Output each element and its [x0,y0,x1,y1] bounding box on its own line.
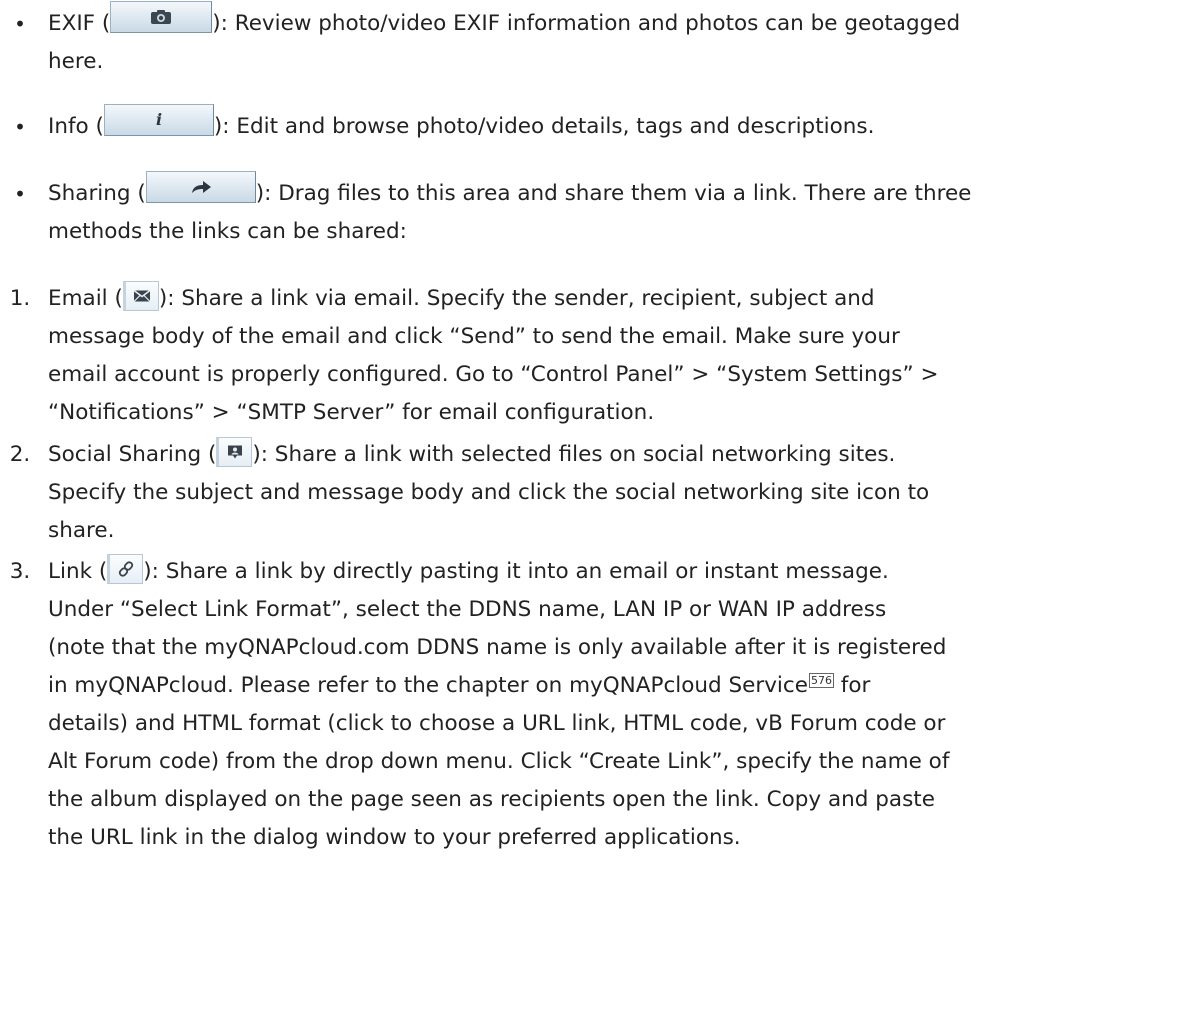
item-description-cont: here. [48,49,104,74]
item-description: ): Review photo/video EXIF information a… [212,11,961,36]
item-description-line: for [833,673,871,698]
chain-link-icon [107,554,144,584]
item-description: ): Share a link with selected files on s… [252,442,896,467]
item-description-line: Alt Forum code) from the drop down menu.… [48,749,950,774]
item-description: ): Share a link by directly pasting it i… [143,559,889,584]
item-number: 1. [9,286,31,311]
bullet: • [14,182,26,206]
document-page: • EXIF ( ): Review photo/video EXIF infor… [0,0,1179,1016]
bullet: • [14,12,26,36]
item-number: 3. [9,559,31,584]
social-share-icon [216,437,253,467]
envelope-icon [122,281,159,311]
share-arrow-icon [145,171,256,203]
item-number: 2. [9,442,31,467]
item-label: Sharing ( [48,181,146,206]
item-label: Link ( [48,559,108,584]
item-description-line: the album displayed on the page seen as … [48,787,935,812]
item-label: EXIF ( [48,11,111,36]
bullet: • [14,115,26,139]
item-description: ): Share a link via email. Specify the s… [158,286,875,311]
item-description-line: details) and HTML format (click to choos… [48,711,946,736]
item-description-line: share. [48,518,115,543]
item-description-line: in myQNAPcloud. Please refer to the chap… [48,673,808,698]
item-label: Info ( [48,114,104,139]
item-description-line: Specify the subject and message body and… [48,480,930,505]
item-label: Email ( [48,286,123,311]
page-reference-link[interactable]: 576 [808,673,834,688]
item-description-line: email account is properly configured. Go… [48,362,939,387]
item-description-line: “Notifications” > “SMTP Server” for emai… [48,400,655,425]
info-icon: i [103,104,214,136]
item-description: ): Drag files to this area and share the… [255,181,972,206]
item-description-line: the URL link in the dialog window to you… [48,825,741,850]
item-description: ): Edit and browse photo/video details, … [213,114,875,139]
item-description-line: message body of the email and click “Sen… [48,324,900,349]
item-description-line: (note that the myQNAPcloud.com DDNS name… [48,635,947,660]
item-description-cont: methods the links can be shared: [48,219,407,244]
item-description-line: Under “Select Link Format”, select the D… [48,597,887,622]
item-label: Social Sharing ( [48,442,217,467]
svg-text:i: i [156,111,162,129]
camera-icon [110,1,213,33]
